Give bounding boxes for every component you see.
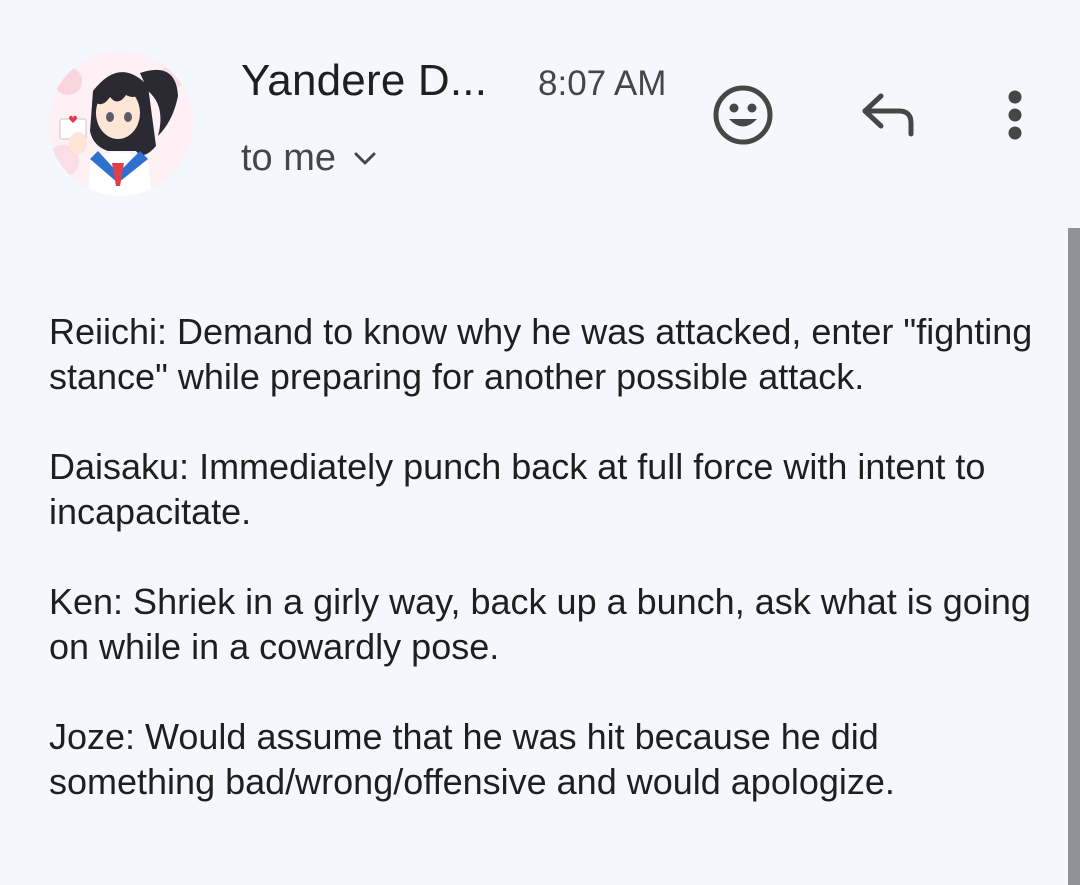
sender-name[interactable]: Yandere D... <box>241 56 487 106</box>
body-paragraph: Daisaku: Immediately punch back at full … <box>49 446 986 532</box>
email-view: Yandere D... 8:07 AM to me Reiichi: Dema… <box>0 0 1080 885</box>
reply-icon <box>862 93 914 137</box>
more-options-button[interactable] <box>990 80 1040 150</box>
body-paragraph: Reiichi: Demand to know why he was attac… <box>49 311 1033 397</box>
recipient-toggle[interactable]: to me <box>241 137 376 180</box>
reply-button[interactable] <box>853 80 923 150</box>
scrollbar[interactable] <box>1068 228 1080 885</box>
chevron-down-icon <box>354 152 376 164</box>
more-vert-icon <box>1008 90 1022 140</box>
sender-avatar[interactable] <box>48 51 193 196</box>
emoji-smile-icon <box>713 85 773 145</box>
avatar-illustration <box>48 51 193 196</box>
add-reaction-button[interactable] <box>708 80 778 150</box>
email-body: Reiichi: Demand to know why he was attac… <box>49 309 1039 849</box>
body-paragraph: Joze: Would assume that he was hit becau… <box>49 716 895 802</box>
email-timestamp: 8:07 AM <box>538 64 667 103</box>
body-paragraph: Ken: Shriek in a girly way, back up a bu… <box>49 581 1031 667</box>
recipient-label: to me <box>241 137 337 179</box>
